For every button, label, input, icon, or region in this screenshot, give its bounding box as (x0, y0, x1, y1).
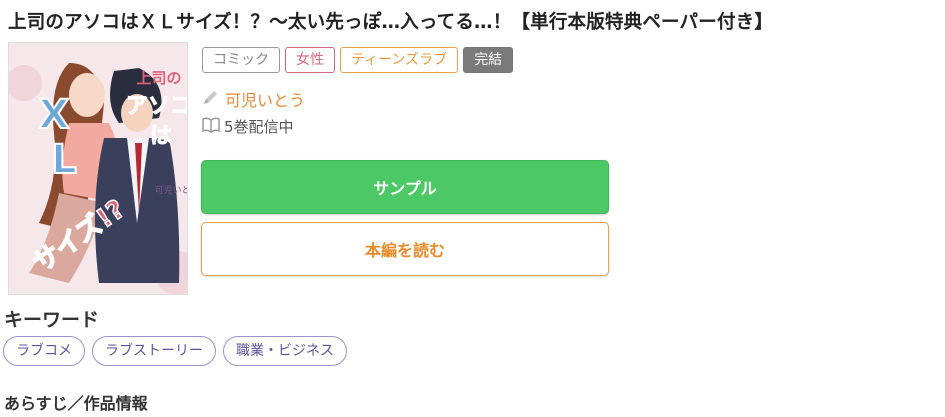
keywords-heading: キーワード (4, 309, 100, 331)
book-icon (202, 116, 220, 137)
keyword-list: ラブコメ ラブストーリー 職業・ビジネス (3, 336, 347, 366)
keyword-tag-romcom[interactable]: ラブコメ (3, 336, 85, 366)
keyword-tag-business[interactable]: 職業・ビジネス (223, 336, 347, 366)
read-main-button[interactable]: 本編を読む (201, 222, 609, 276)
svg-text:上司の: 上司の (136, 69, 181, 87)
status-badge-completed: 完結 (463, 47, 514, 73)
keyword-tag-love-story[interactable]: ラブストーリー (92, 336, 216, 366)
author-link[interactable]: 可児いとう (225, 87, 305, 111)
pen-icon (202, 89, 219, 110)
volume-count-row: 5巻配信中 (202, 116, 294, 137)
svg-text:X: X (39, 92, 70, 138)
tag-comic[interactable]: コミック (202, 47, 280, 73)
svg-text:は: は (150, 124, 172, 149)
synopsis-heading: あらすじ／作品情報 (4, 394, 148, 413)
page-title: 上司のアソコはＸＬサイズ！？～太い先っぽ…入ってる…！【単行本版特典ペーパー付き… (8, 12, 774, 33)
genre-tags: コミック 女性 ティーンズラブ 完結 (202, 47, 514, 73)
volume-count: 5巻配信中 (224, 118, 294, 136)
tag-female[interactable]: 女性 (285, 47, 335, 73)
svg-text:可児いとう: 可児いとう (154, 185, 188, 196)
svg-text:L: L (51, 137, 77, 183)
tag-teens-love[interactable]: ティーンズラブ (340, 47, 459, 73)
book-cover-image[interactable]: 上司の アソコ は X L サイズ!? 可児いとう (8, 42, 188, 295)
sample-button[interactable]: サンプル (201, 160, 609, 214)
svg-text:アソコ: アソコ (126, 94, 188, 119)
author-row: 可児いとう (202, 87, 305, 111)
